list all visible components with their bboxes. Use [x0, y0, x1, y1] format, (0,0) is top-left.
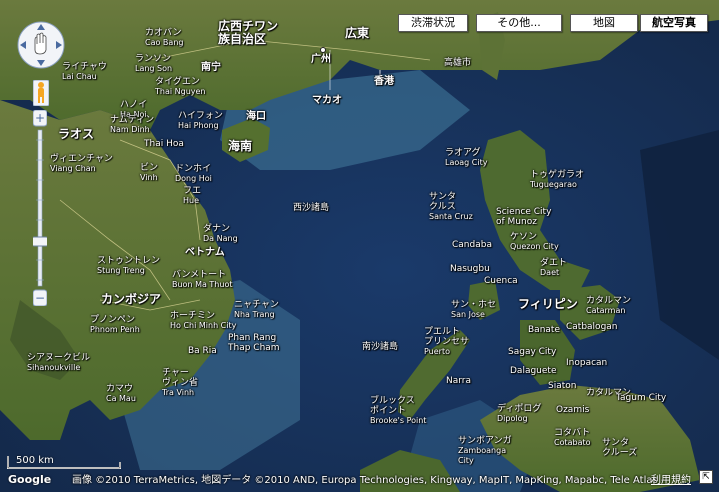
label-siaton[interactable]: Siaton — [548, 381, 576, 391]
label-brookes[interactable]: ブルックス ポイント Brooke's Point — [370, 396, 426, 426]
footer: Google 画像 ©2010 TerraMetrics, 地図データ ©201… — [0, 470, 719, 486]
label-sagay[interactable]: Sagay City — [508, 347, 556, 357]
label-laichau[interactable]: ライチャウ Lai Chau — [62, 62, 107, 82]
label-narra[interactable]: Narra — [446, 376, 471, 386]
scale-label: 500 km — [16, 455, 54, 466]
terms-link[interactable]: 利用規約 — [651, 471, 691, 486]
traffic-button[interactable]: 渋滞状況 — [398, 14, 468, 32]
label-hue[interactable]: フエ Hue — [183, 186, 201, 206]
label-guangzhou[interactable]: 广州 — [311, 54, 331, 65]
satellite-imagery[interactable] — [0, 0, 719, 492]
label-guangxi[interactable]: 広西チワン 族自治区 — [218, 20, 278, 46]
label-vinh[interactable]: ビン Vinh — [140, 163, 158, 183]
label-langson[interactable]: ランソン Lang Son — [135, 54, 172, 74]
zoom-thumb[interactable] — [33, 236, 47, 247]
label-banate[interactable]: Banate — [528, 325, 560, 335]
pan-control[interactable] — [16, 20, 66, 70]
label-camau[interactable]: カマウ Ca Mau — [106, 384, 136, 404]
label-philippines[interactable]: フィリピン — [518, 298, 578, 311]
label-danang[interactable]: ダナン Da Nang — [203, 224, 238, 244]
label-haiphong[interactable]: ハイフォン Hai Phong — [178, 111, 223, 131]
map-canvas[interactable]: 渋滞状況 その他... 地図 航空写真 + − 広西チワン 族自治区 広東 カオ… — [0, 0, 719, 492]
label-santacruz2[interactable]: サンタ クルーズ — [602, 438, 637, 458]
label-donghoi[interactable]: ドンホイ Dong Hoi — [175, 164, 212, 184]
label-haikou[interactable]: 海口 — [246, 111, 266, 122]
label-namdinh[interactable]: ナムディン Nam Dinh — [110, 115, 154, 135]
hand-icon — [34, 32, 47, 55]
label-strungtreng[interactable]: ストゥントレン Stung Treng — [97, 256, 160, 276]
label-dipolog[interactable]: ディポログ Dipolog — [497, 404, 541, 424]
label-inopacan[interactable]: Inopacan — [566, 358, 607, 368]
label-vientiane[interactable]: ヴィエンチャン Viang Chan — [50, 154, 113, 174]
google-logo[interactable]: Google — [8, 473, 51, 486]
label-calbayog[interactable]: Catbalogan — [566, 322, 618, 332]
label-travinh[interactable]: チャー ヴィン省 Tra Vinh — [162, 368, 198, 398]
label-cotabato[interactable]: コタバト Cotabato — [554, 428, 591, 448]
label-laos[interactable]: ラオス — [58, 128, 94, 141]
label-phnompenh[interactable]: プノンペン Phnom Penh — [90, 315, 140, 335]
label-kaobang[interactable]: カオバン Cao Bang — [145, 28, 183, 48]
city-dot — [320, 47, 326, 53]
satellite-view-button[interactable]: 航空写真 — [640, 14, 708, 32]
zoom-slider[interactable]: + − — [33, 110, 47, 306]
more-layers-button[interactable]: その他... — [476, 14, 562, 32]
attribution-text: 画像 ©2010 TerraMetrics, 地図データ ©2010 AND, … — [72, 475, 665, 486]
label-phanrang[interactable]: Phan Rang Thap Cham — [228, 333, 280, 353]
label-zamboanga[interactable]: サンボアンガ Zamboanga City — [458, 436, 512, 466]
label-nasugbu[interactable]: Nasugbu — [450, 264, 490, 274]
svg-text:+: + — [35, 111, 45, 125]
label-laoag[interactable]: ラオアグ Laoag City — [445, 148, 487, 168]
label-banmethuot[interactable]: バンメトート Buon Ma Thuot — [172, 270, 232, 290]
label-taiguen[interactable]: タイグエン Thai Nguyen — [155, 77, 205, 97]
label-quezon[interactable]: ケソン Quezon City — [510, 232, 559, 252]
label-catarman[interactable]: カタルマン Catarman — [586, 296, 631, 316]
expand-icon[interactable]: ⇱ — [699, 470, 713, 484]
label-daet[interactable]: ダエト Daet — [540, 258, 567, 278]
pegman-icon[interactable] — [33, 80, 49, 106]
label-cuenca[interactable]: Cuenca — [484, 276, 518, 286]
label-nanning[interactable]: 南宁 — [201, 62, 221, 73]
label-thaihoa[interactable]: Thai Hoa — [144, 139, 184, 149]
label-guangdong[interactable]: 広東 — [345, 27, 369, 40]
label-sciencecity[interactable]: Science City of Munoz — [496, 207, 551, 227]
label-dalaguete[interactable]: Dalaguete — [510, 366, 556, 376]
label-spratly[interactable]: 南沙諸島 — [362, 342, 398, 352]
label-santacruz[interactable]: サンタ クルス Santa Cruz — [429, 192, 473, 222]
label-nhatrang[interactable]: ニャチャン Nha Trang — [234, 300, 279, 320]
label-candaba[interactable]: Candaba — [452, 240, 492, 250]
label-ozamis[interactable]: Ozamis — [556, 405, 589, 415]
label-bariavung[interactable]: Ba Ria — [188, 346, 217, 356]
label-puertoprincesa[interactable]: プエルト プリンセサ Puerto — [424, 327, 469, 357]
label-hochiminh[interactable]: ホーチミン Ho Chi Minh City — [170, 311, 236, 331]
label-paracel[interactable]: 西沙諸島 — [293, 203, 329, 213]
label-cambodia[interactable]: カンボジア — [101, 293, 161, 306]
label-macau[interactable]: マカオ — [312, 95, 342, 106]
label-kaohsiung[interactable]: 高雄市 — [444, 58, 471, 68]
label-tuguegarao[interactable]: トゥゲガラオ Tuguegarao — [530, 170, 584, 190]
label-sanjose[interactable]: サン・ホセ San Jose — [451, 300, 496, 320]
label-sihanoukville[interactable]: シアヌークビル Sihanoukville — [27, 353, 90, 373]
map-view-button[interactable]: 地図 — [570, 14, 638, 32]
svg-text:−: − — [35, 291, 45, 305]
label-tagum[interactable]: Tagum City — [616, 393, 666, 403]
label-hongkong[interactable]: 香港 — [374, 76, 394, 87]
label-hainan[interactable]: 海南 — [228, 140, 252, 153]
label-vietnam[interactable]: ベトナム — [185, 247, 225, 258]
